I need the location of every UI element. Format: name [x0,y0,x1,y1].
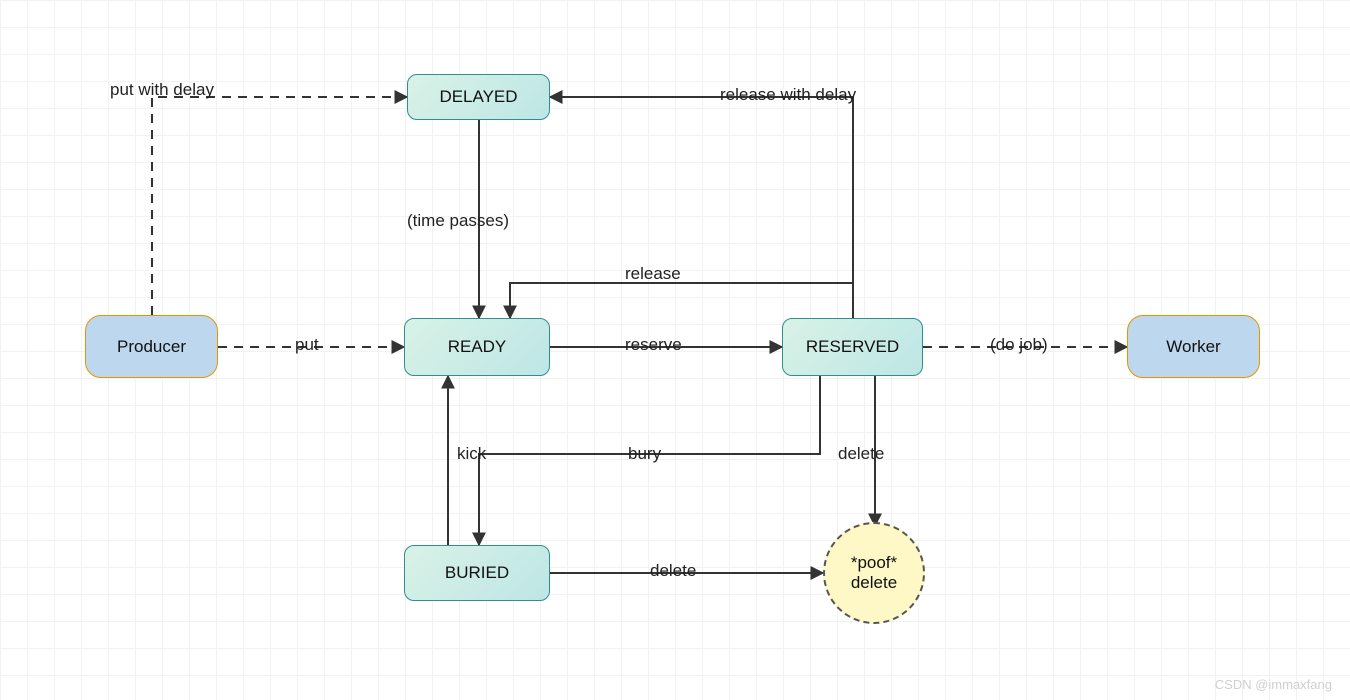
label-bury: bury [628,444,661,464]
edge-release-with-delay [550,97,853,318]
ready-node: READY [404,318,550,376]
label-release: release [625,264,681,284]
poof-label: *poof* delete [851,553,897,594]
buried-label: BURIED [445,563,509,583]
label-do-job: (do job) [990,335,1048,355]
reserved-label: RESERVED [806,337,899,357]
reserved-node: RESERVED [782,318,923,376]
label-put: put [295,335,319,355]
edge-put-with-delay [152,97,407,315]
diagram-canvas: Producer DELAYED READY RESERVED BURIED *… [0,0,1350,700]
buried-node: BURIED [404,545,550,601]
delayed-label: DELAYED [439,87,517,107]
label-delete-2: delete [650,561,696,581]
label-reserve: reserve [625,335,682,355]
worker-node: Worker [1127,315,1260,378]
poof-node: *poof* delete [823,522,925,624]
delayed-node: DELAYED [407,74,550,120]
ready-label: READY [448,337,507,357]
label-delete-1: delete [838,444,884,464]
worker-label: Worker [1166,337,1220,357]
producer-label: Producer [117,337,186,357]
edge-release [510,283,853,318]
label-time-passes: (time passes) [407,211,509,231]
producer-node: Producer [85,315,218,378]
label-put-with-delay: put with delay [110,80,214,100]
watermark: CSDN @immaxfang [1215,677,1332,692]
label-release-with-delay: release with delay [720,85,856,105]
label-kick: kick [457,444,486,464]
